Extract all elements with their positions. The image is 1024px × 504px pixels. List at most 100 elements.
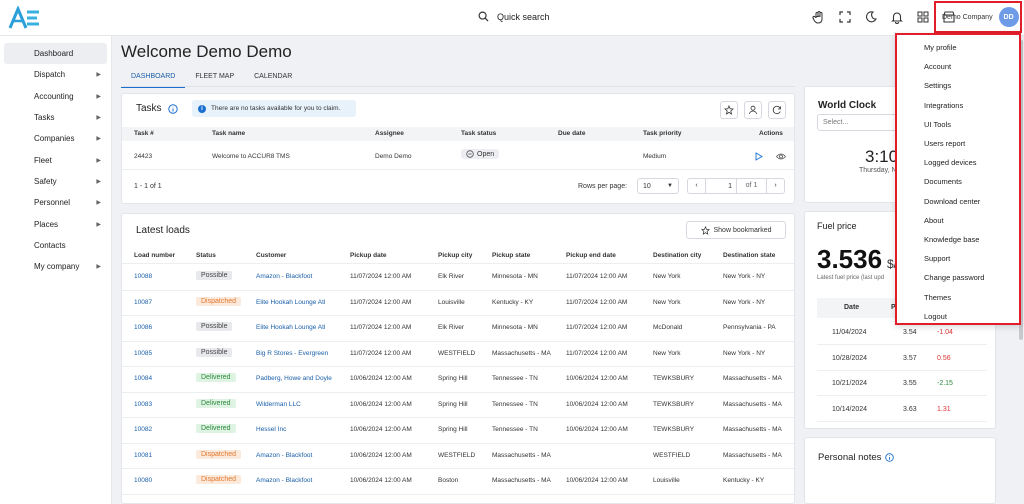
chevron-right-icon[interactable]: › [766,179,784,193]
menu-item-settings[interactable]: Settings [897,76,1019,95]
table-row[interactable]: 10088 Possible Amazon - Blackfoot 11/07/202… [122,265,794,291]
sidebar-item-places[interactable]: Places ▶ [4,213,107,234]
menu-item-users-report[interactable]: Users report [897,134,1019,153]
load-customer[interactable]: Amazon - Blackfoot [256,477,312,484]
moon-icon[interactable] [864,10,878,24]
fullscreen-icon[interactable] [838,10,852,24]
load-customer[interactable]: Big R Stores - Evergreen [256,350,328,357]
hand-icon[interactable] [812,10,826,24]
status-badge: Delivered [196,424,236,433]
column-header[interactable]: Pickup end date [566,252,616,259]
load-customer[interactable]: Padberg, Howe and Doyle [256,375,332,382]
menu-item-support[interactable]: Support [897,249,1019,268]
sidebar-item-dashboard[interactable]: Dashboard [4,43,107,65]
column-header[interactable]: Pickup date [350,252,386,259]
table-row[interactable]: 10080 Dispatched Amazon - Blackfoot 10/06/2… [122,469,794,495]
menu-item-about[interactable]: About [897,211,1019,230]
page-number-input[interactable]: 1 [706,183,736,190]
load-num[interactable]: 10081 [134,452,152,459]
info-circle-icon[interactable] [168,104,178,114]
load-num[interactable]: 10083 [134,401,152,408]
sidebar-item-my-company[interactable]: My company ▶ [4,256,107,277]
menu-item-knowledge-base[interactable]: Knowledge base [897,230,1019,249]
column-header[interactable]: Pickup city [438,252,472,259]
menu-item-change-password[interactable]: Change password [897,268,1019,287]
load-num[interactable]: 10088 [134,273,152,280]
table-row[interactable]: 10085 Possible Big R Stores - Evergreen 11/… [122,342,794,367]
bell-icon[interactable] [890,10,904,24]
sidebar-item-tasks[interactable]: Tasks ▶ [4,107,107,128]
sidebar-item-safety[interactable]: Safety ▶ [4,171,107,192]
avatar[interactable]: DD [998,7,1019,27]
column-header[interactable]: Pickup state [492,252,530,259]
timezone-select[interactable]: Select... [817,114,907,131]
load-num[interactable]: 10084 [134,375,152,382]
table-row[interactable]: 10086 Possible Elite Hookah Lounge Atl 11/0… [122,316,794,342]
column-header[interactable]: Load number [134,252,175,259]
sidebar-item-personnel[interactable]: Personnel ▶ [4,192,107,213]
show-bookmarked-button[interactable]: Show bookmarked [686,221,786,239]
load-customer[interactable]: Hessel Inc [256,426,286,433]
favorite-button[interactable] [720,101,738,119]
column-header[interactable]: Destination state [723,252,775,259]
table-row[interactable]: 10081 Dispatched Amazon - Blackfoot 10/06/2… [122,444,794,469]
load-customer[interactable]: Amazon - Blackfoot [256,452,312,459]
play-icon[interactable] [754,152,763,161]
menu-item-logged-devices[interactable]: Logged devices [897,153,1019,172]
table-row[interactable]: 10084 Delivered Padberg, Howe and Doyle 10/… [122,367,794,393]
sidebar-item-fleet[interactable]: Fleet ▶ [4,149,107,170]
column-header[interactable]: Due date [558,130,585,137]
menu-item-documents[interactable]: Documents [897,172,1019,191]
table-row[interactable]: 10083 Delivered Wilderman LLC 10/06/2024 12… [122,393,794,418]
table-row[interactable]: 24423 Welcome to ACCUR8 TMS Demo Demo Op… [122,144,794,170]
company-menu-toggle[interactable]: Demo Company DD [934,1,1022,33]
column-header[interactable]: Task # [134,130,154,137]
rows-per-page-select[interactable]: 10 ▼ [637,178,679,194]
chevron-left-icon[interactable]: ‹ [688,179,706,193]
refresh-button[interactable] [768,101,786,119]
load-num[interactable]: 10087 [134,299,152,306]
table-row[interactable]: 10082 Delivered Hessel Inc 10/06/2024 12:00… [122,418,794,444]
sidebar-item-dispatch[interactable]: Dispatch ▶ [4,64,107,85]
load-num[interactable]: 10085 [134,350,152,357]
sidebar-item-accounting[interactable]: Accounting ▶ [4,86,107,107]
table-row[interactable]: 10087 Dispatched Elite Hookah Lounge Atl 11… [122,291,794,316]
menu-item-my-profile[interactable]: My profile [897,38,1019,57]
menu-item-logout[interactable]: Logout [897,307,1019,326]
column-header[interactable]: Task priority [643,130,682,137]
sidebar-item-label: Companies [34,134,75,144]
load-customer[interactable]: Elite Hookah Lounge Atl [256,324,325,331]
load-dstate: Pennsylvania - PA [723,324,776,331]
column-header[interactable]: Status [196,252,216,259]
menu-item-download-center[interactable]: Download center [897,192,1019,211]
load-pstate: Tennessee - TN [492,400,538,408]
load-customer[interactable]: Amazon - Blackfoot [256,273,312,280]
apps-grid-icon[interactable] [916,10,930,24]
info-circle-icon[interactable] [885,453,894,462]
assign-user-button[interactable] [744,101,762,119]
menu-item-account[interactable]: Account [897,57,1019,76]
sidebar-item-contacts[interactable]: Contacts [4,235,107,256]
column-header[interactable]: Task name [212,130,245,137]
load-customer[interactable]: Wilderman LLC [256,401,301,408]
app-logo[interactable] [8,6,42,30]
quick-search[interactable]: Quick search [478,11,550,22]
load-num[interactable]: 10082 [134,426,152,433]
menu-item-integrations[interactable]: Integrations [897,96,1019,115]
dollar-icon [14,90,26,102]
column-header[interactable]: Customer [256,252,286,259]
column-header[interactable]: Task status [461,130,496,137]
menu-item-ui-tools[interactable]: UI Tools [897,115,1019,134]
eye-icon[interactable] [776,152,786,161]
load-customer[interactable]: Elite Hookah Lounge Atl [256,299,325,306]
load-num[interactable]: 10086 [134,324,152,331]
phone-icon [14,239,26,251]
load-num[interactable]: 10080 [134,477,152,484]
world-clock-title: World Clock [818,100,877,111]
column-header[interactable]: Assignee [375,130,404,137]
clock-date: Thursday, N [859,167,897,174]
column-header[interactable]: Destination city [653,252,701,259]
menu-item-themes[interactable]: Themes [897,287,1019,306]
menu-item-label: Knowledge base [924,234,980,244]
sidebar-item-companies[interactable]: Companies ▶ [4,128,107,149]
